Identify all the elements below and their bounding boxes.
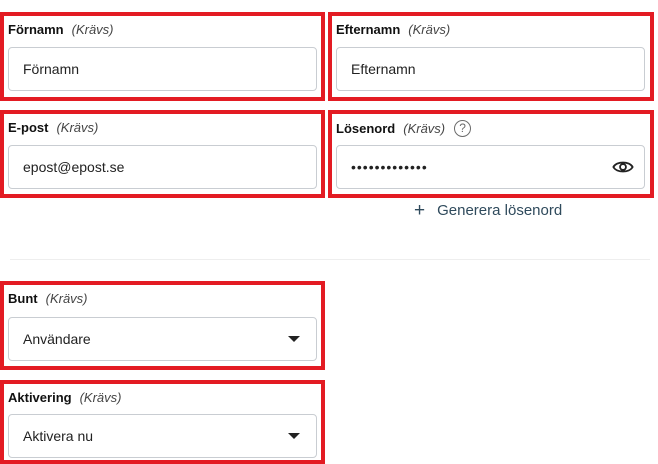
eye-icon[interactable] (612, 158, 634, 176)
firstname-field[interactable] (23, 61, 316, 77)
generate-password-button[interactable]: + Generera lösenord (414, 199, 563, 221)
bundle-required: (Krävs) (45, 291, 88, 306)
firstname-label-row: Förnamn (Krävs) (8, 22, 114, 38)
email-required: (Krävs) (56, 120, 99, 135)
bundle-group: Bunt (Krävs) Användare (0, 281, 325, 370)
activation-select[interactable]: Aktivera nu (8, 414, 317, 458)
activation-required: (Krävs) (79, 390, 122, 405)
email-group: E-post (Krävs) (0, 110, 325, 198)
email-field[interactable] (23, 159, 316, 175)
password-label-row: Lösenord (Krävs) ? (336, 120, 472, 137)
section-divider (10, 259, 650, 260)
lastname-group: Efternamn (Krävs) (328, 12, 654, 101)
email-input[interactable] (8, 145, 317, 189)
lastname-required: (Krävs) (408, 22, 451, 37)
email-label-row: E-post (Krävs) (8, 120, 98, 136)
activation-group: Aktivering (Krävs) Aktivera nu (0, 380, 325, 464)
activation-label: Aktivering (8, 390, 72, 405)
help-icon[interactable]: ? (454, 120, 472, 137)
lastname-input[interactable] (336, 47, 645, 91)
lastname-label: Efternamn (336, 22, 401, 37)
password-label: Lösenord (336, 120, 396, 136)
firstname-required: (Krävs) (71, 22, 114, 37)
bundle-selected-value: Användare (23, 331, 91, 347)
firstname-label: Förnamn (8, 22, 64, 37)
generate-password-label: Generera lösenord (437, 202, 563, 219)
chevron-down-icon (288, 433, 300, 439)
chevron-down-icon (288, 336, 300, 342)
activation-label-row: Aktivering (Krävs) (8, 390, 121, 406)
lastname-field[interactable] (351, 61, 644, 77)
email-label: E-post (8, 120, 49, 135)
firstname-input[interactable] (8, 47, 317, 91)
lastname-label-row: Efternamn (Krävs) (336, 22, 450, 38)
bundle-label-row: Bunt (Krävs) (8, 291, 88, 307)
password-group: Lösenord (Krävs) ? ••••••••••••• (328, 110, 654, 198)
user-form: Förnamn (Krävs) Efternamn (Krävs) E-post… (0, 0, 658, 464)
firstname-group: Förnamn (Krävs) (0, 12, 325, 101)
activation-selected-value: Aktivera nu (23, 428, 94, 444)
password-required: (Krävs) (403, 120, 446, 136)
password-masked-value[interactable]: ••••••••••••• (351, 159, 428, 175)
plus-icon: + (414, 199, 426, 221)
bundle-select[interactable]: Användare (8, 317, 317, 361)
bundle-label: Bunt (8, 291, 38, 306)
password-input[interactable]: ••••••••••••• (336, 145, 645, 189)
